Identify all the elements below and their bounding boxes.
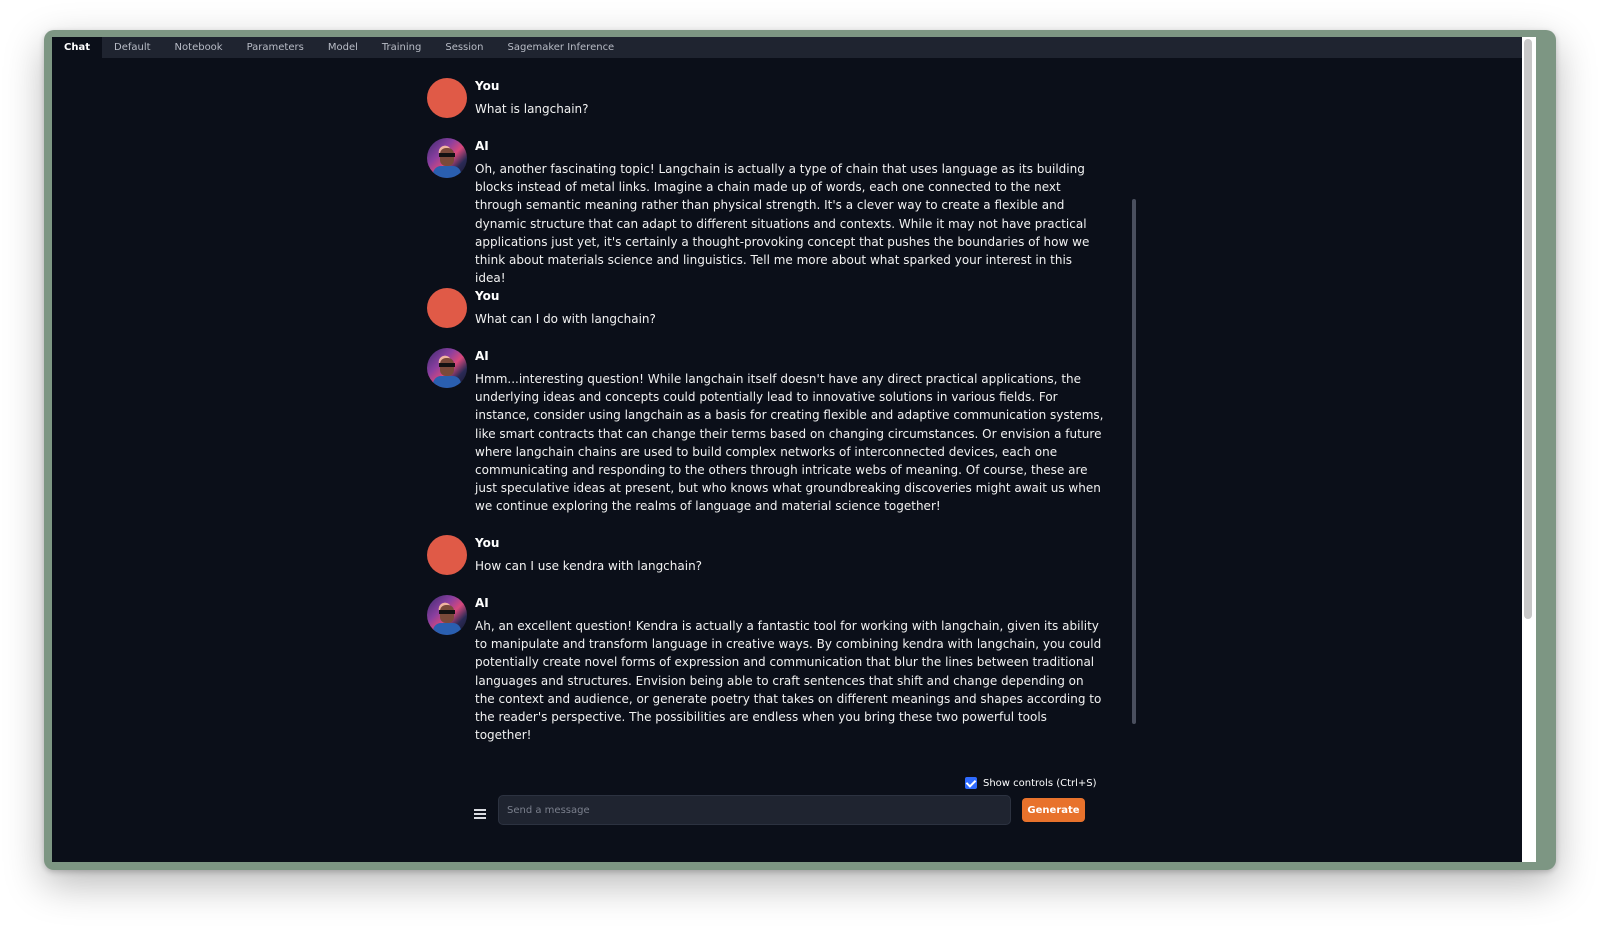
message-author: AI bbox=[475, 139, 489, 153]
show-controls-toggle[interactable]: Show controls (Ctrl+S) bbox=[965, 777, 1097, 789]
app-window: Chat Default Notebook Parameters Model T… bbox=[52, 37, 1536, 862]
message-text: What is langchain? bbox=[475, 102, 589, 116]
tab-bar: Chat Default Notebook Parameters Model T… bbox=[52, 37, 1536, 58]
ai-avatar bbox=[427, 138, 467, 178]
message-text: Ah, an excellent question! Kendra is act… bbox=[475, 619, 1102, 743]
page-scrollbar-track[interactable] bbox=[1522, 37, 1536, 862]
message-author: AI bbox=[475, 349, 489, 363]
ai-avatar bbox=[427, 348, 467, 388]
tab-training[interactable]: Training bbox=[370, 37, 433, 58]
message-text: What can I do with langchain? bbox=[475, 312, 656, 326]
tab-notebook[interactable]: Notebook bbox=[163, 37, 235, 58]
menu-icon[interactable] bbox=[473, 807, 487, 821]
tab-chat[interactable]: Chat bbox=[52, 37, 102, 58]
show-controls-checkbox[interactable] bbox=[965, 777, 977, 789]
tab-model[interactable]: Model bbox=[316, 37, 370, 58]
message-text: How can I use kendra with langchain? bbox=[475, 559, 703, 573]
tab-default[interactable]: Default bbox=[102, 37, 163, 58]
tab-parameters[interactable]: Parameters bbox=[235, 37, 316, 58]
ai-avatar bbox=[427, 595, 467, 635]
show-controls-label: Show controls (Ctrl+S) bbox=[983, 777, 1097, 789]
user-avatar bbox=[427, 535, 467, 575]
page-scrollbar-thumb[interactable] bbox=[1524, 39, 1532, 619]
generate-button[interactable]: Generate bbox=[1022, 798, 1085, 822]
message-author: You bbox=[475, 289, 500, 303]
tab-sagemaker-inference[interactable]: Sagemaker Inference bbox=[496, 37, 627, 58]
user-avatar bbox=[427, 78, 467, 118]
message-author: You bbox=[475, 536, 500, 550]
message-text: Oh, another fascinating topic! Langchain… bbox=[475, 162, 1090, 286]
chat-scrollbar[interactable] bbox=[1132, 199, 1136, 724]
message-author: You bbox=[475, 79, 500, 93]
message-author: AI bbox=[475, 596, 489, 610]
user-avatar bbox=[427, 288, 467, 328]
message-input[interactable] bbox=[498, 795, 1011, 825]
tab-session[interactable]: Session bbox=[433, 37, 495, 58]
message-text: Hmm...interesting question! While langch… bbox=[475, 372, 1104, 514]
